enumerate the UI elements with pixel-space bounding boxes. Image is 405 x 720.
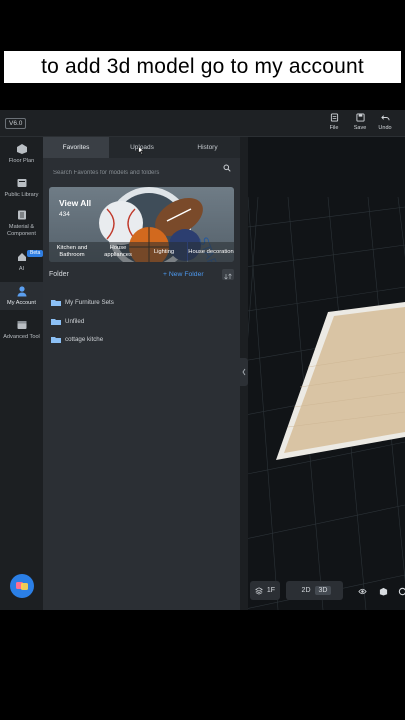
category-house-decoration[interactable]: House decoration xyxy=(188,242,234,262)
nav-public-library[interactable]: Public Library xyxy=(0,177,43,203)
folder-header: Folder + New Folder xyxy=(49,269,234,281)
my-account-panel: Favorites Uploads History STARS View A xyxy=(43,137,240,610)
tab-favorites[interactable]: Favorites xyxy=(43,137,109,158)
sort-button[interactable] xyxy=(222,269,234,280)
nav-label: AI xyxy=(18,266,25,272)
view-controls: 1F 2D 3D xyxy=(248,580,405,604)
ai-icon xyxy=(17,253,26,261)
category-kitchen-bathroom[interactable]: Kitchen and Bathroom xyxy=(49,242,95,262)
floor-grid xyxy=(248,196,405,610)
nav-label: Advanced Tool xyxy=(3,334,40,340)
cube-icon[interactable] xyxy=(379,587,388,596)
folder-icon xyxy=(51,318,61,325)
floor-plan-icon xyxy=(16,144,27,154)
help-button[interactable] xyxy=(10,574,34,598)
search-icon[interactable] xyxy=(223,164,231,172)
nav-my-account[interactable]: My Account xyxy=(0,282,43,310)
settings-icon[interactable] xyxy=(398,587,405,596)
redo-icon[interactable] xyxy=(400,122,405,131)
file-button[interactable]: File xyxy=(322,113,346,131)
save-icon xyxy=(355,113,365,122)
nav-label: Floor Plan xyxy=(8,158,35,164)
version-badge: V6.0 xyxy=(5,118,27,129)
undo-button[interactable]: Undo xyxy=(373,113,397,131)
mouse-cursor-icon xyxy=(138,145,145,155)
folder-label: Unfiled xyxy=(65,317,85,325)
view-all-link[interactable]: View All xyxy=(59,198,91,208)
favorites-count: 434 xyxy=(59,211,70,218)
save-button[interactable]: Save xyxy=(348,113,372,131)
nav-label: Material & Component xyxy=(7,224,36,237)
panel-collapse-handle[interactable] xyxy=(240,358,248,386)
chevron-left-icon xyxy=(242,368,246,376)
new-folder-button[interactable]: + New Folder xyxy=(163,271,204,278)
left-sidebar: Floor Plan Public Library Material & Com… xyxy=(0,137,44,610)
folder-icon xyxy=(51,336,61,343)
nav-material-component[interactable]: Material & Component xyxy=(0,209,43,243)
file-label: File xyxy=(329,125,339,131)
folder-label: cottage kitche xyxy=(65,335,104,343)
material-component-icon xyxy=(17,210,26,220)
view-2d-button[interactable]: 2D xyxy=(298,587,315,594)
search-field[interactable] xyxy=(51,161,233,180)
app-window: V6.0 File Save Undo Floor Plan Public Li… xyxy=(0,110,405,610)
3d-viewport[interactable] xyxy=(248,137,405,610)
folder-item[interactable]: cottage kitche xyxy=(51,333,103,345)
category-lighting[interactable]: Lighting xyxy=(141,242,187,262)
top-toolbar: V6.0 File Save Undo xyxy=(0,110,405,137)
undo-icon xyxy=(380,115,390,121)
folder-title: Folder xyxy=(49,271,69,278)
view-3d-button[interactable]: 3D xyxy=(314,586,332,595)
folder-item[interactable]: My Furniture Sets xyxy=(51,296,114,308)
folder-label: My Furniture Sets xyxy=(65,298,114,306)
layers-icon xyxy=(254,586,263,595)
category-house-appliances[interactable]: House appliances xyxy=(95,242,141,262)
sort-icon xyxy=(224,273,232,280)
nav-ai[interactable]: Beta AI xyxy=(0,250,44,277)
beta-badge: Beta xyxy=(27,250,44,257)
nav-advanced-tool[interactable]: Advanced Tool xyxy=(0,319,43,353)
nav-label: Public Library xyxy=(4,192,39,198)
nav-label: My Account xyxy=(7,300,36,306)
nav-floor-plan[interactable]: Floor Plan xyxy=(0,143,43,169)
folder-icon xyxy=(51,299,61,306)
tab-history[interactable]: History xyxy=(175,137,240,158)
caption-text: to add 3d model go to my account xyxy=(41,55,364,78)
view-mode-toggle: 2D 3D xyxy=(286,581,343,600)
folder-item[interactable]: Unfiled xyxy=(51,315,84,327)
favorites-banner[interactable]: STARS View All 434 Kitchen and Bathroom … xyxy=(49,187,234,262)
video-caption: to add 3d model go to my account xyxy=(4,51,401,83)
floor-selector[interactable]: 1F xyxy=(250,581,280,600)
eye-icon[interactable] xyxy=(358,587,367,596)
user-icon xyxy=(17,286,26,297)
floor-label: 1F xyxy=(266,587,276,594)
assistant-icon xyxy=(11,575,33,597)
advanced-tool-icon xyxy=(17,321,26,329)
file-icon xyxy=(330,113,338,122)
public-library-icon xyxy=(17,179,26,187)
save-label: Save xyxy=(353,125,367,131)
undo-label: Undo xyxy=(378,125,392,131)
search-input[interactable] xyxy=(51,166,233,180)
